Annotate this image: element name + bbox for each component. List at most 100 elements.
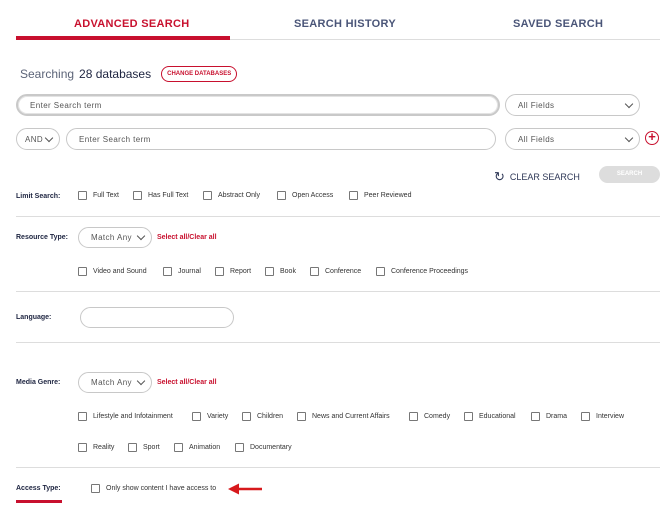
search-input-1-placeholder: Enter Search term <box>30 100 102 110</box>
checkbox-box <box>78 267 87 276</box>
checkbox-conference[interactable]: Conference <box>310 267 361 276</box>
media-genre-label: Media Genre: <box>16 379 61 386</box>
checkbox-variety[interactable]: Variety <box>192 412 228 421</box>
checkbox-lifestyle-and-infotainment[interactable]: Lifestyle and Infotainment <box>78 412 173 421</box>
checkbox-box <box>376 267 385 276</box>
chevron-down-icon <box>624 99 634 109</box>
checkbox-box <box>265 267 274 276</box>
checkbox-label: Has Full Text <box>148 192 189 199</box>
checkbox-box <box>215 267 224 276</box>
arrow-left-icon <box>228 483 262 495</box>
checkbox-box <box>277 191 286 200</box>
checkbox-box <box>128 443 137 452</box>
checkbox-animation[interactable]: Animation <box>174 443 220 452</box>
checkbox-label: Video and Sound <box>93 268 147 275</box>
operator-select[interactable]: AND <box>16 128 60 150</box>
field-select-1[interactable]: All Fields <box>505 94 640 116</box>
field-select-2[interactable]: All Fields <box>505 128 640 150</box>
limit-search-label: Limit Search: <box>16 193 61 200</box>
checkbox-comedy[interactable]: Comedy <box>409 412 450 421</box>
checkbox-full-text[interactable]: Full Text <box>78 191 119 200</box>
checkbox-only-show-access[interactable]: Only show content I have access to <box>91 484 216 493</box>
checkbox-box <box>133 191 142 200</box>
checkbox-label: Interview <box>596 413 625 420</box>
checkbox-label: News and Current Affairs <box>312 413 390 420</box>
checkbox-abstract-only[interactable]: Abstract Only <box>203 191 260 200</box>
resource-match-value: Match Any <box>91 233 132 242</box>
active-tab-indicator <box>16 36 230 40</box>
language-input[interactable] <box>80 307 234 328</box>
checkbox-educational[interactable]: Educational <box>464 412 516 421</box>
checkbox-book[interactable]: Book <box>265 267 296 276</box>
tab-search-history[interactable]: SEARCH HISTORY <box>294 18 396 30</box>
checkbox-box <box>310 267 319 276</box>
media-match-select[interactable]: Match Any <box>78 372 152 393</box>
checkbox-label: Conference <box>325 268 362 275</box>
checkbox-interview[interactable]: Interview <box>581 412 624 421</box>
checkbox-label: Educational <box>479 413 516 420</box>
checkbox-label: Children <box>257 413 284 420</box>
checkbox-children[interactable]: Children <box>242 412 283 421</box>
checkbox-label: Full Text <box>93 192 119 199</box>
checkbox-report[interactable]: Report <box>215 267 251 276</box>
checkbox-box <box>174 443 183 452</box>
checkbox-reality[interactable]: Reality <box>78 443 114 452</box>
divider <box>16 342 660 343</box>
search-input-2[interactable]: Enter Search term <box>66 128 496 150</box>
add-row-icon[interactable]: + <box>645 130 659 145</box>
checkbox-box <box>163 267 172 276</box>
checkbox-open-access[interactable]: Open Access <box>277 191 333 200</box>
checkbox-box <box>531 412 540 421</box>
checkbox-label: Report <box>230 268 252 275</box>
chevron-down-icon <box>44 133 54 143</box>
resource-select-all-link[interactable]: Select all/Clear all <box>157 234 217 241</box>
change-databases-button[interactable]: CHANGE DATABASES <box>161 66 238 82</box>
checkbox-label: Drama <box>546 413 568 420</box>
checkbox-label: Book <box>280 268 296 275</box>
checkbox-label: Lifestyle and Infotainment <box>93 413 173 420</box>
checkbox-box <box>581 412 590 421</box>
checkbox-conference-proceedings[interactable]: Conference Proceedings <box>376 267 468 276</box>
search-input-1[interactable]: Enter Search term <box>16 94 500 116</box>
divider <box>16 216 660 217</box>
checkbox-label: Sport <box>143 444 160 451</box>
checkbox-label: Animation <box>189 444 221 451</box>
resource-match-select[interactable]: Match Any <box>78 227 152 248</box>
checkbox-box <box>78 443 87 452</box>
database-count: 28 databases <box>79 67 152 81</box>
checkbox-news-and-current-affairs[interactable]: News and Current Affairs <box>297 412 390 421</box>
checkbox-sport[interactable]: Sport <box>128 443 160 452</box>
clear-search-button[interactable]: ↻ CLEAR SEARCH <box>494 169 580 185</box>
chevron-down-icon <box>136 376 146 386</box>
chevron-down-icon <box>136 231 146 241</box>
language-label: Language: <box>16 314 52 321</box>
checkbox-has-full-text[interactable]: Has Full Text <box>133 191 188 200</box>
resource-type-label: Resource Type: <box>16 234 68 241</box>
checkbox-box <box>192 412 201 421</box>
media-match-value: Match Any <box>91 378 132 387</box>
chevron-down-icon <box>624 133 634 143</box>
checkbox-label: Comedy <box>424 413 451 420</box>
checkbox-box <box>91 484 100 493</box>
checkbox-drama[interactable]: Drama <box>531 412 567 421</box>
checkbox-documentary[interactable]: Documentary <box>235 443 292 452</box>
media-select-all-link[interactable]: Select all/Clear all <box>157 379 217 386</box>
tab-saved-search[interactable]: SAVED SEARCH <box>513 18 603 30</box>
checkbox-label: Peer Reviewed <box>364 192 412 199</box>
checkbox-peer-reviewed[interactable]: Peer Reviewed <box>349 191 411 200</box>
field-select-1-value: All Fields <box>518 100 555 110</box>
checkbox-journal[interactable]: Journal <box>163 267 201 276</box>
checkbox-label: Abstract Only <box>218 192 261 199</box>
tab-bar: ADVANCED SEARCH SEARCH HISTORY SAVED SEA… <box>16 0 660 40</box>
divider <box>16 291 660 292</box>
access-type-label: Access Type: <box>16 485 61 492</box>
clear-search-label: CLEAR SEARCH <box>509 172 580 182</box>
tab-advanced-search[interactable]: ADVANCED SEARCH <box>74 18 190 30</box>
checkbox-box <box>349 191 358 200</box>
divider <box>16 467 660 468</box>
checkbox-video-and-sound[interactable]: Video and Sound <box>78 267 147 276</box>
search-button[interactable]: SEARCH <box>599 166 660 183</box>
checkbox-box <box>78 191 87 200</box>
operator-value: AND <box>25 134 44 144</box>
checkbox-box <box>78 412 87 421</box>
